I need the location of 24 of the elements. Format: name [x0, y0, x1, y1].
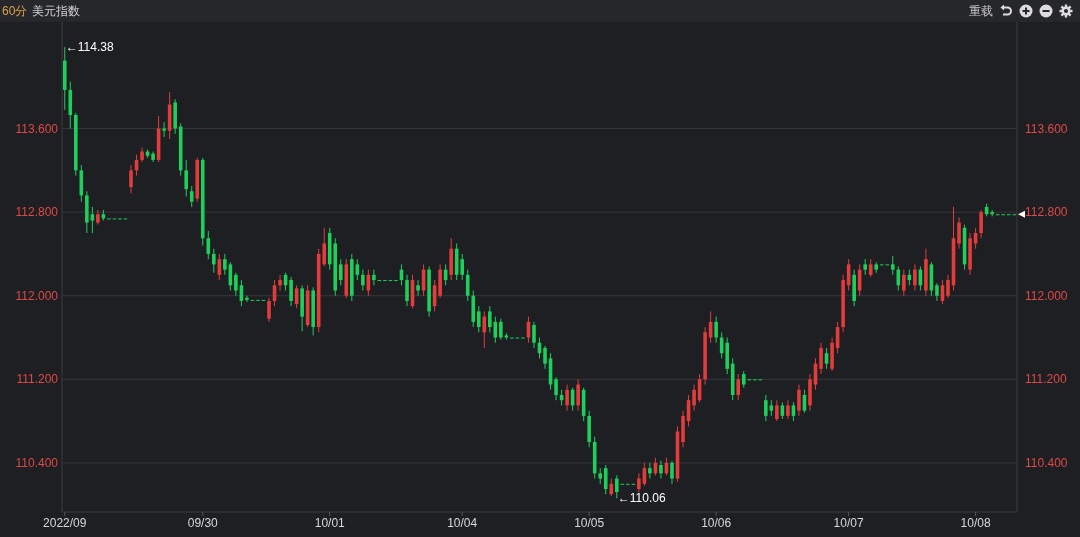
axis-label: 2022/09 — [43, 516, 87, 530]
axis-label: 09/30 — [187, 516, 218, 530]
axis-label: 10/01 — [314, 516, 345, 530]
reload-button[interactable]: 重载 — [966, 2, 996, 20]
price-marker-icon — [1018, 210, 1025, 218]
interval-label[interactable]: 60分 — [2, 2, 28, 20]
axis-label: 10/07 — [833, 516, 864, 530]
price-annotation: ←114.38 — [65, 40, 114, 55]
axis-label: 10/08 — [960, 516, 991, 530]
axis-label: 10/05 — [574, 516, 605, 530]
axis-label: 111.200 — [16, 372, 58, 387]
axis-label: 110.400 — [15, 455, 58, 470]
price-annotation: ←110.06 — [617, 491, 666, 506]
axis-label: 111.200 — [1025, 372, 1067, 387]
axis-label: 113.600 — [15, 121, 58, 136]
symbol-title: 美元指数 — [32, 2, 81, 20]
axis-label: 10/04 — [447, 516, 478, 530]
axis-label: 112.800 — [1025, 205, 1068, 220]
axis-label: 112.800 — [15, 205, 58, 220]
axis-label: 112.000 — [1025, 288, 1068, 303]
axis-label: 110.400 — [1025, 455, 1068, 470]
axis-label: 112.000 — [15, 288, 58, 303]
axis-label: 113.600 — [1025, 121, 1068, 136]
axis-label: 10/06 — [701, 516, 732, 530]
